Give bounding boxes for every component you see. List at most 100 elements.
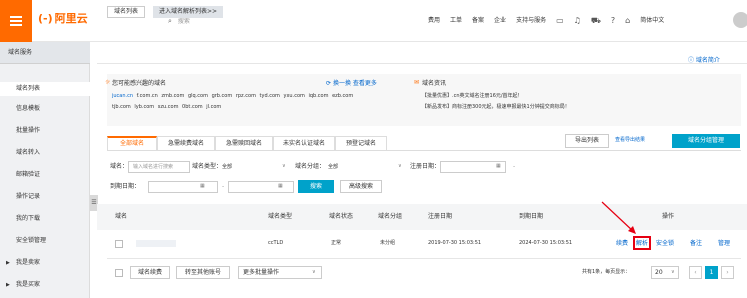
type-filter-label: 域名类型： — [192, 163, 223, 170]
transfer-button[interactable]: 转至其他账号 — [176, 266, 230, 279]
exp-date-end[interactable] — [228, 181, 294, 193]
prev-page-button[interactable]: ‹ — [689, 266, 702, 279]
logo[interactable]: (-) 阿里云 — [38, 13, 88, 24]
domain-filter-label: 域名： — [110, 163, 129, 170]
nav-ticket[interactable]: 工单 — [450, 18, 462, 24]
domain-suggestion[interactable]: lyb.com — [134, 104, 154, 110]
news-item[interactable]: 【批量优惠】.cn英文域名注册16元/首年起！ — [422, 94, 523, 99]
sidebar-item-label: 邮箱验证 — [16, 171, 41, 178]
sidebar-item-op-log[interactable]: 操作记录 — [0, 190, 90, 204]
page-current[interactable]: 1 — [705, 266, 718, 279]
row-checkbox[interactable] — [115, 240, 123, 248]
domain-cell[interactable] — [136, 240, 176, 247]
menu-button[interactable] — [0, 0, 32, 42]
next-page-button[interactable]: › — [721, 266, 734, 279]
interest-title: 您可能感兴趣的域名 — [112, 80, 167, 87]
domain-suggestion[interactable]: ezb.com — [332, 93, 353, 99]
group-manage-button[interactable]: 域名分组管理 — [672, 134, 740, 148]
manage-link[interactable]: 管理 — [718, 241, 730, 247]
tab-dns-list[interactable]: 进入域名解析列表>> — [153, 6, 224, 18]
domain-suggestion[interactable]: rpz.com — [236, 93, 256, 99]
search-button[interactable]: 搜索 — [298, 180, 334, 193]
table-header — [97, 204, 747, 230]
sidebar-item-email-verify[interactable]: 邮箱验证 — [0, 168, 90, 182]
page-tab-bar — [97, 42, 747, 64]
nav-support[interactable]: 支持与服务 — [516, 18, 546, 24]
chevron-down-icon: ∨ — [312, 269, 316, 275]
sidebar-item-buyer[interactable]: ▶ 我是买家 — [0, 278, 90, 292]
calendar-icon: ▦ — [200, 183, 205, 189]
sidebar-item-label: 我是卖家 — [16, 259, 41, 266]
refresh-link[interactable]: ⟳ 换一换 查看更多 — [326, 81, 377, 87]
domain-suggestion[interactable]: tjb.com — [112, 104, 131, 110]
domain-suggestion[interactable]: 0bt.com — [182, 104, 203, 110]
nav-enterprise[interactable]: 企业 — [494, 18, 506, 24]
screen-icon[interactable]: ▭ — [556, 17, 564, 25]
domain-suggestion[interactable]: iqb.com — [308, 93, 328, 99]
export-button[interactable]: 导出列表 — [565, 134, 609, 148]
bell-icon[interactable]: ♫ — [574, 17, 581, 25]
domain-suggestion[interactable]: f.com.cn — [137, 93, 158, 99]
refresh-icon: ⟳ — [326, 80, 333, 87]
advanced-search-button[interactable]: 高级搜索 — [340, 180, 382, 193]
sidebar-item-downloads[interactable]: 我的下载 — [0, 212, 90, 226]
caret-right-icon: ▶ — [6, 281, 10, 288]
domain-suggestion[interactable]: szu.com — [158, 104, 179, 110]
export-result-link[interactable]: 查看导出结果 — [615, 138, 645, 143]
domain-search-input[interactable]: 输入域名进行搜索 — [128, 161, 190, 173]
type-select[interactable]: 全部 — [222, 161, 288, 173]
tab-divider — [107, 150, 741, 151]
logo-mark: (-) — [38, 12, 53, 25]
avatar[interactable] — [733, 12, 747, 28]
sidebar-item-label: 域名列表 — [16, 85, 41, 92]
domain-suggestion[interactable]: jucan.cn — [112, 93, 133, 99]
sidebar-item-domain-list[interactable]: 域名列表 — [0, 82, 90, 96]
row-divider — [107, 258, 741, 259]
tab-all-domains[interactable]: 全部域名 — [107, 136, 157, 150]
reg-date-cell: 2019-07-30 15:03:51 — [428, 240, 482, 246]
domain-suggestion[interactable]: tyd.com — [260, 93, 280, 99]
tab-renew-needed[interactable]: 急需续费域名 — [157, 136, 215, 150]
tab-domain-list[interactable]: 域名列表 — [107, 6, 146, 18]
news-item[interactable]: 【新品发布】商标注册300元起，极速申报最快1分钟提交商标局！ — [422, 105, 570, 110]
col-reg-date[interactable]: 注册日期 — [428, 214, 452, 220]
chevron-down-icon: ∨ — [671, 269, 675, 275]
sidebar-item-lock[interactable]: 安全锁管理 — [0, 234, 90, 248]
tab-preregistered[interactable]: 预登记域名 — [335, 136, 387, 150]
highlight-box — [633, 236, 651, 250]
domain-suggestion[interactable]: glq.com — [188, 93, 208, 99]
domain-suggestion[interactable]: yxu.com — [284, 93, 305, 99]
lang-switch[interactable]: 简体中文 — [640, 18, 664, 24]
more-batch-select[interactable]: 更多批量操作 — [238, 266, 322, 279]
domain-suggestion[interactable]: grb.com — [212, 93, 233, 99]
group-select[interactable]: 全部 — [328, 161, 404, 173]
home-icon[interactable]: ⌂ — [625, 17, 630, 25]
sidebar-item-transfer-in[interactable]: 域名转入 — [0, 146, 90, 160]
tab-redeem-needed[interactable]: 急需赎回域名 — [215, 136, 273, 150]
reg-date-label: 注册日期： — [410, 163, 441, 170]
lightbulb-icon: ☼ — [105, 79, 111, 86]
sidebar-item-seller[interactable]: ▶ 我是卖家 — [0, 256, 90, 270]
more-link[interactable]: 查看更多 — [353, 80, 377, 87]
sidebar-item-batch[interactable]: 批量操作 — [0, 124, 90, 138]
tab-unverified[interactable]: 未实名认证域名 — [273, 136, 335, 150]
exp-date-start[interactable] — [148, 181, 218, 193]
help-icon[interactable]: ? — [611, 17, 615, 25]
col-type[interactable]: 域名类型 — [268, 214, 292, 220]
nav-fee[interactable]: 费用 — [428, 18, 440, 24]
group-cell: 未分组 — [380, 240, 396, 246]
domain-suggestion[interactable]: zmb.com — [161, 93, 184, 99]
select-all-checkbox[interactable] — [115, 269, 123, 277]
type-cell: ccTLD — [268, 240, 284, 246]
col-exp-date[interactable]: 到期日期 — [519, 214, 543, 220]
sidebar-item-templates[interactable]: 信息模板 — [0, 102, 90, 116]
renew-batch-button[interactable]: 域名续费 — [130, 266, 170, 279]
domain-suggestion[interactable]: jl.com — [206, 104, 221, 110]
nav-beian[interactable]: 备案 — [472, 18, 484, 24]
renew-link[interactable]: 续费 — [616, 241, 628, 247]
cart-icon[interactable]: ⛟ — [591, 17, 601, 25]
help-link[interactable]: ⓘ 域名简介 — [688, 58, 720, 64]
note-link[interactable]: 备注 — [690, 241, 702, 247]
lock-link[interactable]: 安全锁 — [656, 241, 674, 247]
exp-date-label: 到期日期： — [110, 183, 141, 190]
